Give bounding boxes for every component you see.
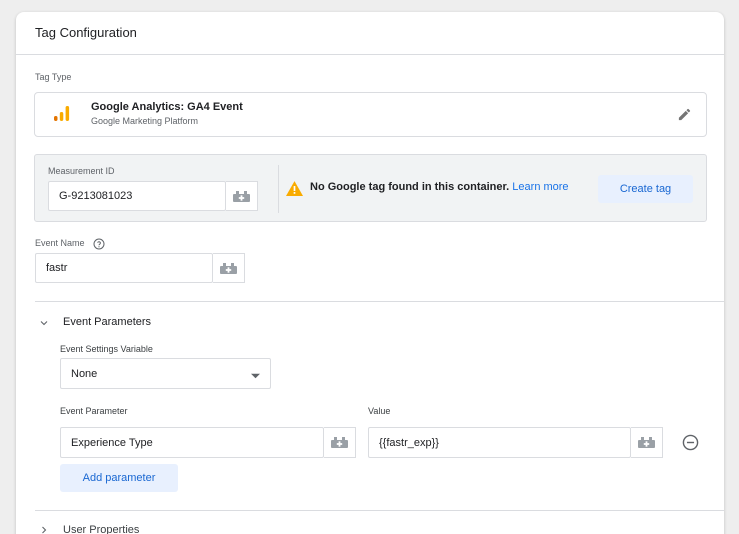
remove-circle-icon[interactable] — [682, 434, 699, 456]
event-parameter-input[interactable]: Experience Type — [60, 427, 324, 458]
variable-bricks-icon — [638, 437, 655, 448]
pencil-icon[interactable] — [677, 107, 692, 127]
measurement-id-label: Measurement ID — [48, 166, 115, 176]
ga4-analytics-icon — [53, 105, 71, 128]
add-parameter-button[interactable]: Add parameter — [60, 464, 178, 492]
parameter-value-variable-button[interactable] — [631, 427, 663, 458]
dropdown-arrow-icon — [251, 370, 260, 382]
parameter-value-input[interactable]: {{fastr_exp}} — [368, 427, 631, 458]
chevron-down-icon[interactable] — [38, 316, 50, 334]
chevron-right-icon[interactable] — [38, 523, 50, 534]
panel-divider — [278, 165, 279, 213]
event-settings-variable-select[interactable]: None — [60, 358, 271, 389]
measurement-id-input[interactable]: G-9213081023 — [48, 181, 226, 211]
create-tag-button[interactable]: Create tag — [598, 175, 693, 203]
event-settings-variable-value: None — [71, 367, 98, 380]
tag-type-name: Google Analytics: GA4 Event — [91, 101, 243, 113]
tag-type-selector[interactable]: Google Analytics: GA4 Event Google Marke… — [34, 92, 707, 137]
tag-type-platform: Google Marketing Platform — [91, 116, 199, 126]
learn-more-link[interactable]: Learn more — [512, 181, 568, 193]
tag-configuration-card: Tag Configuration Tag Type Google Analyt… — [16, 12, 724, 534]
event-name-input[interactable]: fastr — [35, 253, 213, 283]
event-parameter-header: Event Parameter — [60, 406, 128, 416]
no-google-tag-warning: No Google tag found in this container. L… — [310, 181, 569, 193]
event-name-variable-button[interactable] — [213, 253, 245, 283]
event-settings-variable-label: Event Settings Variable — [60, 344, 153, 354]
card-title: Tag Configuration — [35, 25, 137, 40]
event-name-label-text: Event Name — [35, 238, 85, 248]
event-parameters-title[interactable]: Event Parameters — [63, 316, 151, 328]
section-divider — [35, 301, 724, 302]
user-properties-title[interactable]: User Properties — [63, 524, 139, 534]
section-divider — [35, 510, 724, 511]
variable-bricks-icon — [220, 262, 237, 274]
warning-icon — [286, 181, 303, 201]
value-header: Value — [368, 406, 391, 416]
measurement-panel: Measurement ID G-9213081023 No Google ta… — [34, 154, 707, 222]
event-name-label: Event Name — [35, 238, 85, 248]
tag-type-label: Tag Type — [35, 72, 72, 82]
variable-bricks-icon — [331, 437, 348, 448]
variable-bricks-icon — [233, 190, 250, 202]
warning-message: No Google tag found in this container. — [310, 181, 510, 193]
measurement-id-variable-button[interactable] — [226, 181, 258, 211]
event-parameter-variable-button[interactable] — [324, 427, 356, 458]
title-divider — [16, 54, 724, 55]
